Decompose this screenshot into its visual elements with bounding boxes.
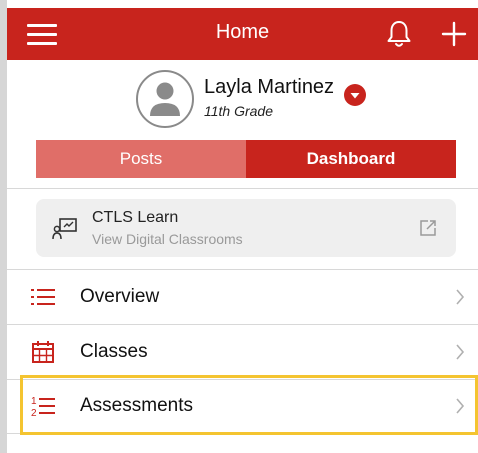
- menu-item-label: Classes: [80, 341, 148, 362]
- person-icon: [150, 82, 180, 116]
- profile-header[interactable]: Layla Martinez 11th Grade: [7, 60, 478, 132]
- menu-item-label: Assessments: [80, 395, 193, 416]
- chevron-right-icon: [455, 288, 465, 306]
- svg-text:1: 1: [31, 396, 37, 407]
- tab-dashboard[interactable]: Dashboard: [246, 140, 456, 178]
- card-title: CTLS Learn: [92, 209, 179, 226]
- top-navigation-bar: Home: [7, 8, 478, 60]
- list-icon: [31, 285, 55, 309]
- menu-item-label: Overview: [80, 286, 160, 307]
- divider: [7, 188, 478, 189]
- calendar-icon: [31, 340, 55, 364]
- external-link-icon[interactable]: [418, 218, 438, 238]
- chevron-right-icon: [455, 397, 465, 415]
- plus-icon[interactable]: [438, 18, 470, 50]
- chevron-right-icon: [455, 343, 465, 361]
- presentation-icon: [52, 217, 78, 241]
- window-edge: [0, 0, 7, 453]
- app-view: Home Layla Martinez 11th Grade Posts Das…: [7, 0, 478, 453]
- card-subtitle: View Digital Classrooms: [92, 231, 243, 247]
- tab-posts[interactable]: Posts: [36, 140, 246, 178]
- student-grade: 11th Grade: [204, 103, 274, 119]
- ctls-learn-card[interactable]: CTLS Learn View Digital Classrooms: [36, 199, 456, 257]
- menu-item-assessments[interactable]: 1 2 Assessments: [7, 379, 478, 433]
- divider: [7, 433, 478, 434]
- student-name: Layla Martinez: [204, 76, 335, 98]
- menu-item-overview[interactable]: Overview: [7, 270, 478, 324]
- segmented-control: Posts Dashboard: [36, 140, 456, 178]
- menu-item-classes[interactable]: Classes: [7, 325, 478, 379]
- chevron-down-circle-icon[interactable]: [344, 84, 366, 106]
- screen: Home Layla Martinez 11th Grade Posts Das…: [0, 0, 478, 453]
- avatar: [136, 70, 194, 128]
- numbered-list-icon: 1 2: [31, 394, 55, 419]
- svg-text:2: 2: [31, 408, 37, 418]
- bell-icon[interactable]: [383, 18, 415, 50]
